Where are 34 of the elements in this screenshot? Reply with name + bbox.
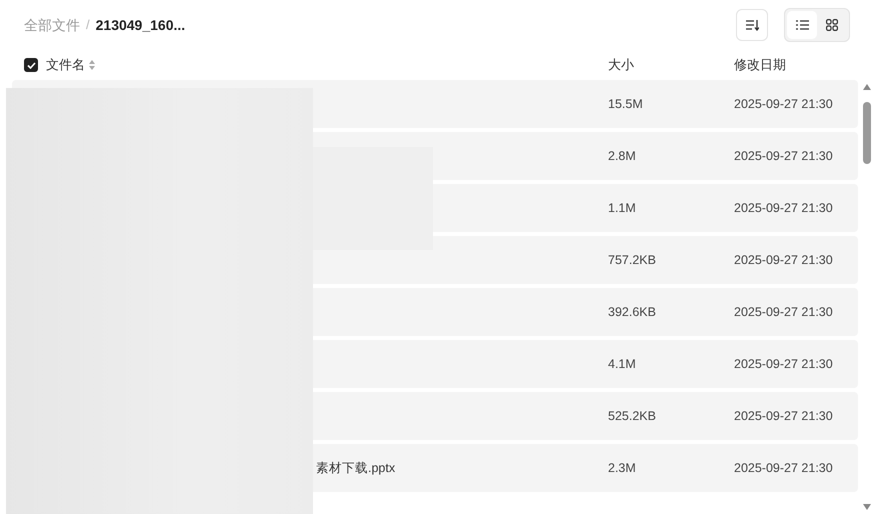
scrollbar-thumb[interactable]	[863, 102, 871, 164]
column-header: 大小	[608, 57, 634, 72]
sort-icon[interactable]	[89, 60, 95, 70]
file-size: 4.1M	[608, 356, 636, 371]
scroll-down-icon[interactable]	[863, 504, 871, 510]
grid-icon	[826, 19, 838, 31]
modified-date: 2025-09-27 21:30	[734, 200, 833, 215]
breadcrumb-separator: /	[86, 16, 90, 34]
column-header: 修改日期	[734, 57, 786, 72]
breadcrumb-current: 213049_160...	[96, 16, 186, 34]
file-size: 1.1M	[608, 200, 636, 215]
file-size: 15.5M	[608, 96, 643, 111]
list-icon	[796, 20, 808, 30]
file-size: 757.2KB	[608, 252, 656, 267]
file-size: 2.3M	[608, 460, 636, 475]
sort-button[interactable]	[736, 9, 768, 41]
modified-date: 2025-09-27 21:30	[734, 252, 833, 267]
modified-date: 2025-09-27 21:30	[734, 304, 833, 319]
list-view-button[interactable]	[787, 11, 817, 39]
check-icon	[26, 62, 36, 68]
file-name: 素材下载.pptx	[316, 460, 396, 475]
modified-date: 2025-09-27 21:30	[734, 96, 833, 111]
file-size: 2.8M	[608, 148, 636, 163]
modified-date: 2025-09-27 21:30	[734, 148, 833, 163]
file-size: 525.2KB	[608, 408, 656, 423]
select-all-checkbox[interactable]	[24, 58, 38, 72]
modified-date: 2025-09-27 21:30	[734, 460, 833, 475]
modified-date: 2025-09-27 21:30	[734, 356, 833, 371]
file-size: 392.6KB	[608, 304, 656, 319]
scroll-up-icon[interactable]	[863, 84, 871, 90]
sort-icon	[745, 19, 759, 31]
column-header: 文件名	[46, 56, 85, 74]
modified-date: 2025-09-27 21:30	[734, 408, 833, 423]
scrollbar[interactable]	[862, 84, 872, 510]
